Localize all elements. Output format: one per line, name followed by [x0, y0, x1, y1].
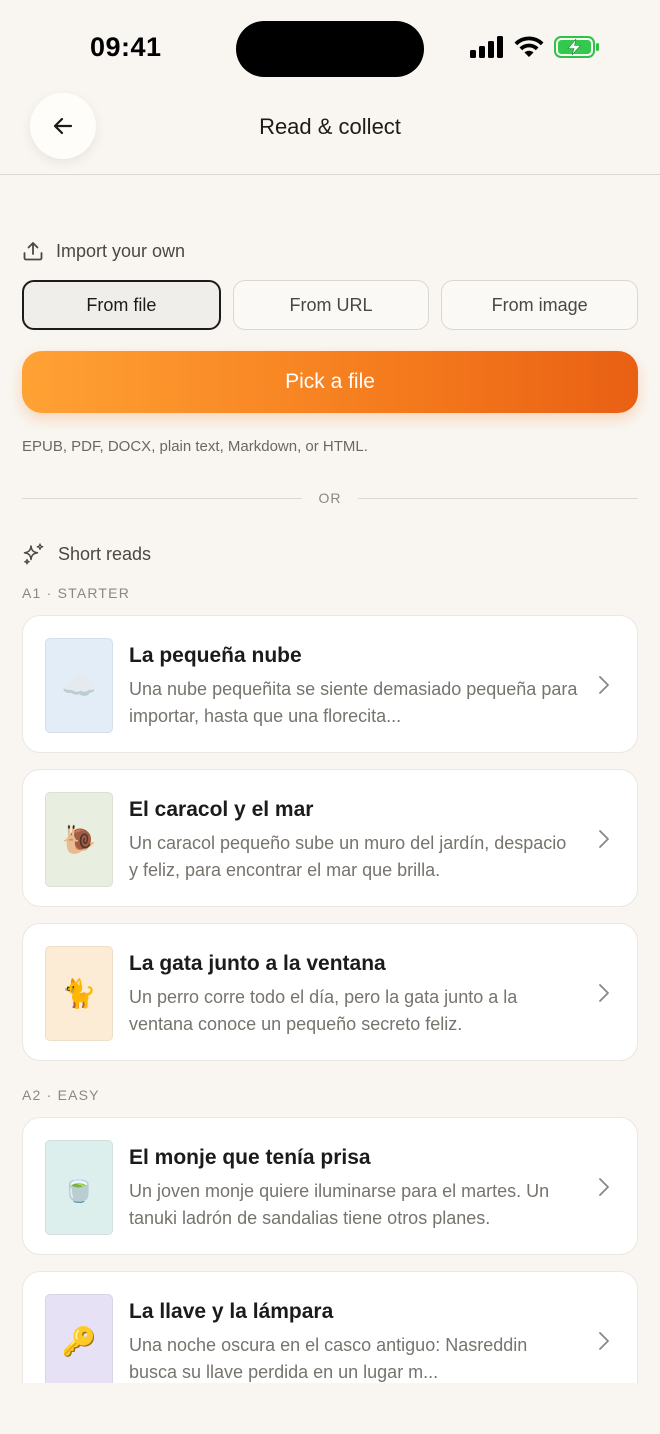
status-icons	[470, 36, 600, 58]
story-thumbnail: 🐌	[45, 792, 113, 887]
story-card-la-pequena-nube[interactable]: ☁️ La pequeña nube Una nube pequeñita se…	[22, 615, 638, 753]
chevron-right-icon	[599, 1178, 609, 1196]
pick-file-button[interactable]: Pick a file	[22, 351, 638, 413]
chevron-right-icon	[599, 830, 609, 848]
supported-formats-note: EPUB, PDF, DOCX, plain text, Markdown, o…	[22, 438, 368, 455]
import-source-tabs: From file From URL From image	[22, 280, 639, 330]
story-description: Un caracol pequeño sube un muro del jard…	[129, 833, 567, 880]
story-description: Una noche oscura en el casco antiguo: Na…	[129, 1335, 528, 1382]
story-title: La pequeña nube	[129, 644, 302, 667]
wifi-icon	[514, 36, 544, 57]
story-description: Un joven monje quiere iluminarse para el…	[129, 1181, 550, 1228]
bottom-safe-area	[0, 1383, 660, 1434]
story-title: El monje que tenía prisa	[129, 1146, 371, 1169]
story-card-el-monje-que-tenia-prisa[interactable]: 🍵 El monje que tenía prisa Un joven monj…	[22, 1117, 638, 1255]
battery-charging-icon	[554, 36, 599, 58]
cellular-signal-icon	[470, 36, 503, 58]
story-description: Un perro corre todo el día, pero la gata…	[129, 987, 518, 1034]
upload-icon	[23, 242, 43, 261]
story-title: La gata junto a la ventana	[129, 952, 386, 975]
or-divider: OR	[22, 490, 638, 508]
page-title: Read & collect	[259, 114, 401, 139]
short-reads-section-label: Short reads	[22, 542, 151, 566]
key-icon: 🔑	[61, 1326, 97, 1357]
level-label-a2: A2 · EASY	[22, 1087, 100, 1103]
chevron-right-icon	[599, 984, 609, 1002]
cloud-icon: ☁️	[61, 670, 97, 701]
divider-line-right	[358, 498, 638, 499]
story-card-el-caracol-y-el-mar[interactable]: 🐌 El caracol y el mar Un caracol pequeño…	[22, 769, 638, 907]
tab-from-image[interactable]: From image	[441, 280, 639, 330]
story-thumbnail: 🍵	[45, 1140, 113, 1235]
story-title: El caracol y el mar	[129, 798, 314, 821]
story-thumbnail: 🐈	[45, 946, 113, 1041]
level-label-a1: A1 · STARTER	[22, 585, 131, 601]
import-section-title: Import your own	[56, 240, 186, 261]
story-thumbnail: 🔑	[45, 1294, 113, 1389]
story-thumbnail: ☁️	[45, 638, 113, 733]
sparkles-icon	[23, 543, 44, 565]
short-reads-title: Short reads	[58, 543, 152, 564]
tab-from-url[interactable]: From URL	[232, 280, 430, 330]
story-title: La llave y la lámpara	[129, 1300, 334, 1323]
story-description: Una nube pequeñita se siente demasiado p…	[129, 679, 578, 726]
import-section-label: Import your own	[22, 240, 185, 262]
status-time: 09:41	[90, 32, 162, 62]
snail-icon: 🐌	[61, 824, 97, 855]
chevron-right-icon	[599, 1332, 609, 1350]
cat-icon: 🐈	[61, 978, 97, 1009]
tab-from-file[interactable]: From file	[22, 280, 221, 330]
tea-bowl-icon: 🍵	[61, 1172, 97, 1203]
chevron-right-icon	[599, 676, 609, 694]
top-navigation-bar: Read & collect	[0, 80, 660, 175]
story-card-la-gata-junto-a-la-ventana[interactable]: 🐈 La gata junto a la ventana Un perro co…	[22, 923, 638, 1061]
dynamic-island	[236, 21, 424, 77]
